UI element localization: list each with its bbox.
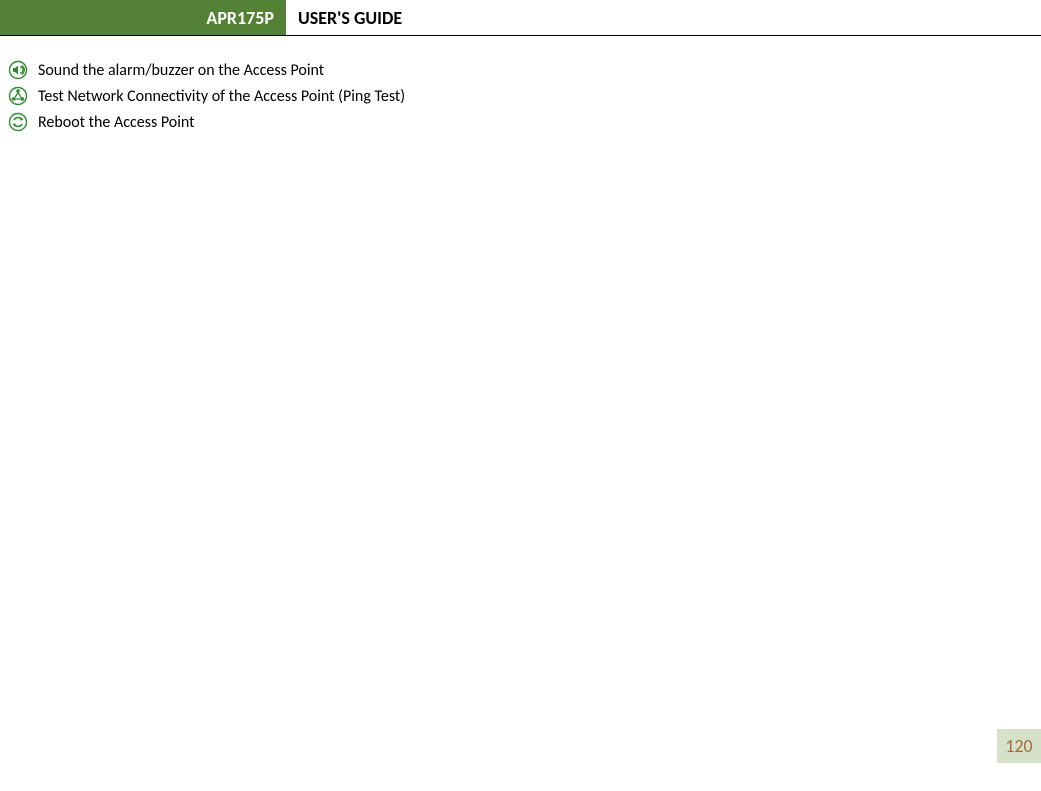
list-item: Sound the alarm/buzzer on the Access Poi… — [8, 60, 1033, 80]
header-model-box: APR175P — [0, 0, 286, 35]
sound-icon — [8, 60, 28, 80]
page-number: 120 — [1005, 735, 1032, 757]
list-item: Test Network Connectivity of the Access … — [8, 86, 1033, 106]
content-area: Sound the alarm/buzzer on the Access Poi… — [0, 36, 1041, 132]
header-model-text: APR175P — [206, 7, 274, 29]
network-icon — [8, 86, 28, 106]
page-header: APR175P USER'S GUIDE — [0, 0, 1041, 36]
list-item-text: Test Network Connectivity of the Access … — [38, 87, 405, 106]
list-item-text: Reboot the Access Point — [38, 113, 195, 132]
header-title-box: USER'S GUIDE — [286, 0, 1041, 35]
page-number-box: 120 — [997, 729, 1041, 763]
header-title-text: USER'S GUIDE — [298, 7, 402, 29]
reboot-icon — [8, 112, 28, 132]
list-item: Reboot the Access Point — [8, 112, 1033, 132]
list-item-text: Sound the alarm/buzzer on the Access Poi… — [38, 61, 324, 80]
